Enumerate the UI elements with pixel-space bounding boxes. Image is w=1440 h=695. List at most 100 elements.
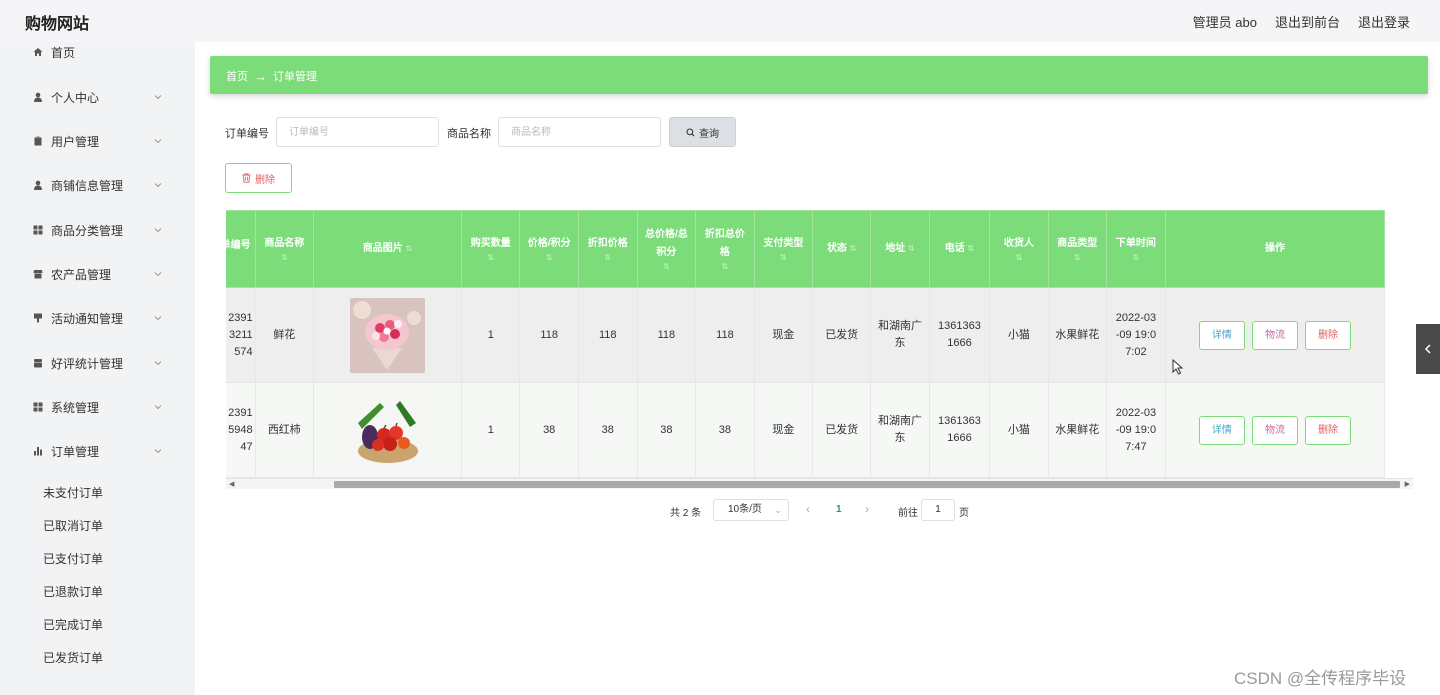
qty-cell: 1 xyxy=(461,287,521,383)
sidebar-item-label: 活动通知管理 xyxy=(51,311,124,326)
column-header[interactable]: 总价格/总积分 ⇅ xyxy=(636,210,697,288)
discount-price-cell: 38 xyxy=(577,382,638,478)
product-name-input[interactable] xyxy=(498,117,661,147)
order-no-line: 47 xyxy=(240,440,253,453)
exit-to-front-link[interactable]: 退出到前台 xyxy=(1275,12,1340,31)
sidebar-item-notices[interactable]: 活动通知管理 xyxy=(0,308,180,328)
chevron-down-icon xyxy=(154,316,162,321)
order-time-line: 7:47 xyxy=(1125,440,1147,453)
sort-icon: ⇅ xyxy=(721,262,729,271)
column-header[interactable]: 折扣价格 ⇅ xyxy=(577,210,638,288)
column-header-label: 折扣价格 xyxy=(587,238,628,249)
total-cell: 38 xyxy=(636,382,697,478)
column-header[interactable]: 下单时间 ⇅ xyxy=(1105,210,1166,288)
top-actions: 管理员 abo 退出到前台 退出登录 xyxy=(1193,12,1410,31)
column-header[interactable]: 折扣总价格 ⇅ xyxy=(695,210,755,288)
delete-button[interactable]: 删除 xyxy=(1305,320,1352,350)
logistics-button[interactable]: 物流 xyxy=(1251,320,1298,350)
pay-type-cell: 现金 xyxy=(753,287,814,383)
home-icon xyxy=(33,47,43,57)
query-button-label: 查询 xyxy=(699,128,719,140)
order-no-input[interactable] xyxy=(276,117,439,147)
sidebar-subitem-paid[interactable]: 已支付订单 xyxy=(43,550,103,567)
sidebar-item-system[interactable]: 系统管理 xyxy=(0,397,180,417)
column-header-label: 商品名称 xyxy=(264,238,305,249)
column-header[interactable]: 电话 ⇅ xyxy=(928,210,991,288)
column-header[interactable]: 地址 ⇅ xyxy=(870,210,930,288)
address-cell: 和湖南广东 xyxy=(870,287,930,383)
column-header[interactable]: 收货人 ⇅ xyxy=(989,210,1049,288)
sidebar-subitem-completed[interactable]: 已完成订单 xyxy=(43,616,103,633)
horizontal-scrollbar[interactable]: ◀ ▶ xyxy=(226,478,1413,489)
column-header[interactable]: 状态 ⇅ xyxy=(812,210,872,288)
grid-icon xyxy=(33,225,43,235)
sort-icon: ⇅ xyxy=(849,244,857,253)
detail-button[interactable]: 详情 xyxy=(1198,320,1245,350)
table-row: 2391 3211 574 鲜花 1 118 118 118 118 现金 已发… xyxy=(226,287,1386,383)
scrollbar-thumb[interactable] xyxy=(334,481,1400,488)
sidebar-item-label: 商铺信息管理 xyxy=(51,178,124,193)
goto-page-input[interactable]: 1 xyxy=(921,499,955,521)
sidebar-subitem-shipped[interactable]: 已发货订单 xyxy=(43,649,103,666)
sidebar-subitem-refunded[interactable]: 已退款订单 xyxy=(43,583,103,600)
orders-table: 订单编号 商品名称 ⇅ 商品图片 ⇅ 购买数量 ⇅ 价格/积分 ⇅ 折扣价格 ⇅ 总价格… xyxy=(226,210,1413,478)
vegetables-basket-image[interactable] xyxy=(350,392,426,468)
chevron-down-icon xyxy=(154,361,162,366)
sidebar-item-products[interactable]: 农产品管理 xyxy=(0,264,180,284)
column-header[interactable]: 订单编号 xyxy=(226,210,256,288)
qty-cell: 1 xyxy=(461,382,521,478)
user-icon xyxy=(33,180,43,190)
sidebar-item-reviews[interactable]: 好评统计管理 xyxy=(0,353,180,373)
query-button[interactable]: 查询 xyxy=(669,117,736,147)
actions-cell: 详情 物流 删除 xyxy=(1164,382,1386,478)
column-header[interactable]: 价格/积分 ⇅ xyxy=(519,210,579,288)
scroll-right-icon[interactable]: ▶ xyxy=(1405,480,1410,488)
status-cell: 已发货 xyxy=(812,382,872,478)
order-time-line: 2022-03 xyxy=(1115,406,1157,419)
order-no-label: 订单编号 xyxy=(225,128,269,140)
user-icon xyxy=(33,92,43,102)
delete-button[interactable]: 删除 xyxy=(1305,415,1352,445)
sort-icon: ⇅ xyxy=(780,253,787,262)
sidebar-item-shop-info[interactable]: 商铺信息管理 xyxy=(0,175,180,195)
sidebar-item-orders[interactable]: 订单管理 xyxy=(0,441,180,461)
phone-line: 1666 xyxy=(947,337,972,349)
breadcrumb-home[interactable]: 首页 xyxy=(226,68,248,84)
logistics-button[interactable]: 物流 xyxy=(1251,415,1298,445)
price-cell: 38 xyxy=(519,382,579,478)
address-line: 和湖南广 xyxy=(878,415,922,427)
goto-label: 前往 xyxy=(898,508,918,519)
detail-button[interactable]: 详情 xyxy=(1198,415,1245,445)
sidebar-item-label: 好评统计管理 xyxy=(51,356,124,371)
collapse-panel-tab[interactable] xyxy=(1416,324,1440,374)
scroll-left-icon[interactable]: ◀ xyxy=(229,480,234,488)
column-header[interactable]: 支付类型 ⇅ xyxy=(753,210,814,288)
flower-bouquet-image[interactable] xyxy=(350,297,426,373)
column-header-label: 价格/积分 xyxy=(527,238,571,249)
column-header-label: 订单编号 xyxy=(226,239,251,251)
batch-delete-button[interactable]: 删除 xyxy=(225,163,292,193)
column-header[interactable]: 商品图片 ⇅ xyxy=(312,210,463,288)
sort-icon: ⇅ xyxy=(487,253,495,262)
column-header[interactable]: 商品类型 ⇅ xyxy=(1047,210,1107,288)
logout-link[interactable]: 退出登录 xyxy=(1358,12,1410,31)
product-image-cell xyxy=(312,287,463,383)
box-icon xyxy=(33,358,43,368)
chevron-down-icon: ⌄ xyxy=(774,505,782,515)
sidebar-item-users[interactable]: 用户管理 xyxy=(0,131,180,151)
sort-icon: ⇅ xyxy=(405,244,413,253)
next-page-icon[interactable]: › xyxy=(865,502,869,516)
product-name-cell: 鲜花 xyxy=(254,287,314,383)
sidebar-item-personal[interactable]: 个人中心 xyxy=(0,87,180,107)
column-header[interactable]: 商品名称 ⇅ xyxy=(254,210,314,288)
sidebar-item-home[interactable]: 首页 xyxy=(0,42,180,62)
page-size-select[interactable]: 10条/页 ⌄ xyxy=(713,499,789,521)
sidebar-item-category[interactable]: 商品分类管理 xyxy=(0,220,180,240)
sort-icon: ⇅ xyxy=(663,262,670,271)
sort-icon: ⇅ xyxy=(967,244,975,253)
product-type-cell: 水果鲜花 xyxy=(1047,382,1107,478)
page-number-current[interactable]: 1 xyxy=(836,504,842,515)
prev-page-icon[interactable]: ‹ xyxy=(806,502,810,516)
column-header[interactable]: 购买数量 ⇅ xyxy=(461,210,521,288)
batch-delete-label: 删除 xyxy=(255,174,275,186)
